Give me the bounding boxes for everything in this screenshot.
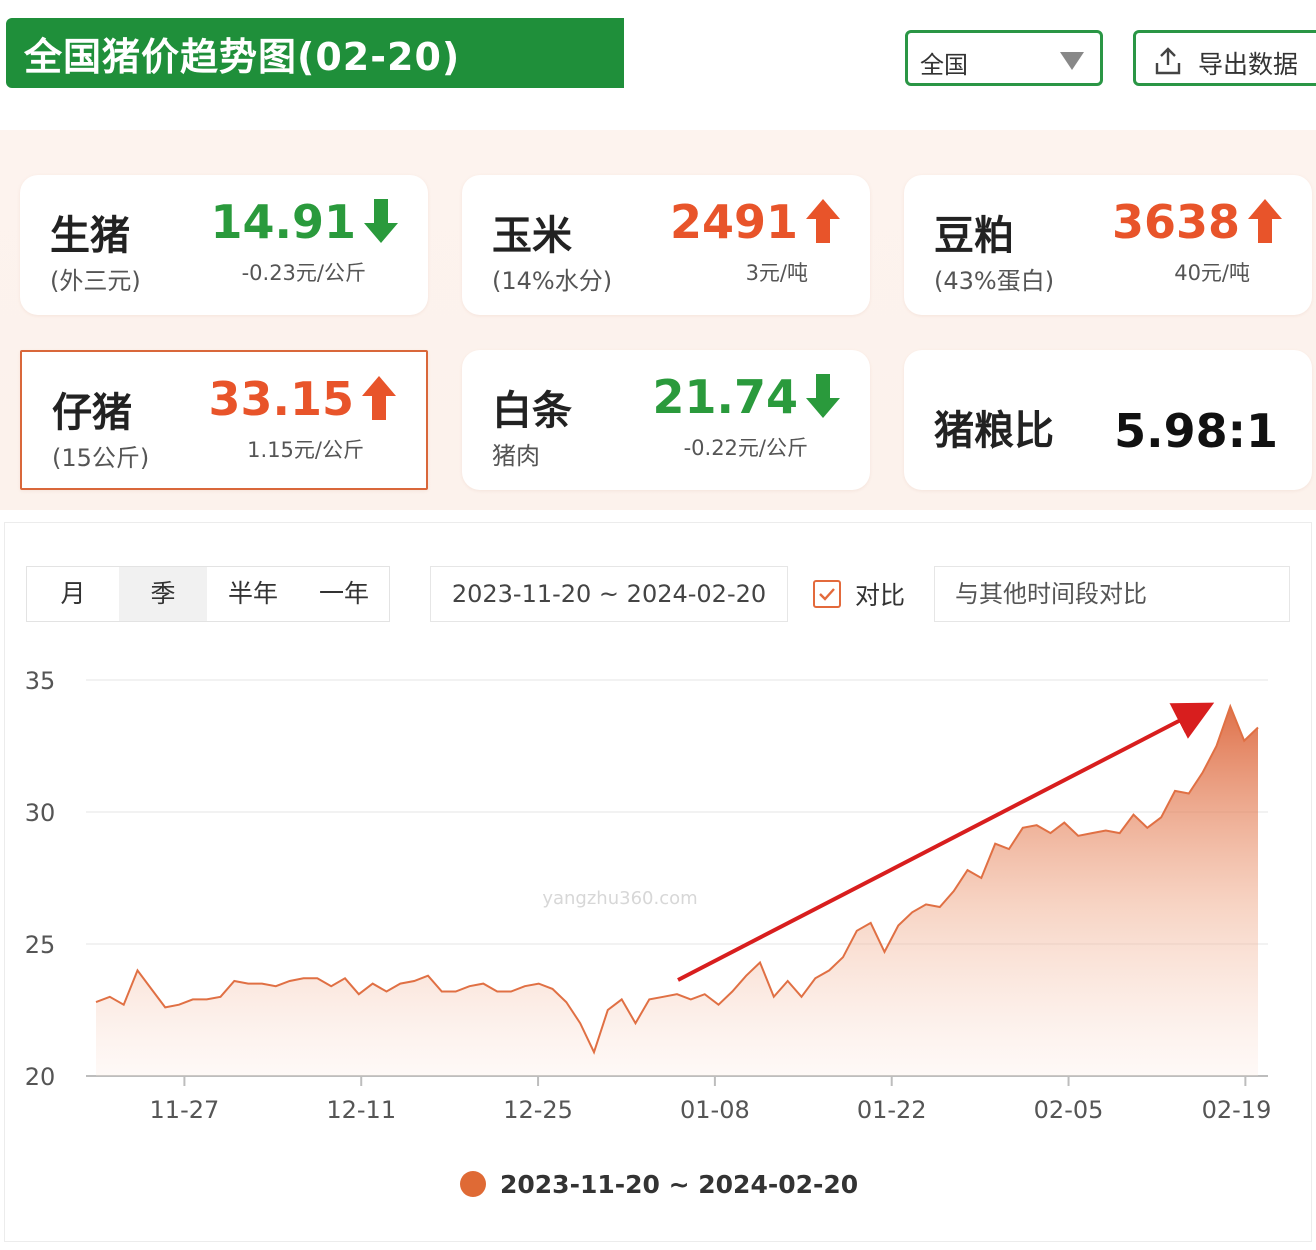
card-value: 2491 [669, 195, 798, 249]
card-change: 40元/吨 [1174, 261, 1250, 285]
x-tick-label: 01-08 [680, 1096, 750, 1124]
export-data-label: 导出数据 [1198, 50, 1299, 79]
card-name: 白条 [492, 388, 572, 434]
card-name: 生猪 [50, 213, 130, 259]
compare-label: 对比 [855, 581, 906, 610]
page-title: 全国猪价趋势图(02-20) [24, 35, 461, 79]
card-value: 5.98:1 [1114, 404, 1278, 458]
card-sub: (15公斤) [52, 444, 150, 472]
title-bar: 全国猪价趋势图(02-20) [6, 18, 624, 88]
check-icon [819, 588, 835, 601]
card-sub: 猪肉 [492, 442, 540, 470]
period-year-tab[interactable]: 一年 [299, 567, 389, 621]
watermark-text: yangzhu360.com [542, 888, 697, 909]
period-half-year-tab[interactable]: 半年 [207, 567, 299, 621]
period-selector: 月 季 半年 一年 [26, 566, 390, 622]
card-sub: (43%蛋白) [934, 267, 1055, 295]
card-sub: (外三元) [50, 267, 141, 295]
chart-x-axis: 11-27 12-11 12-25 01-08 01-22 02-05 02-19 [150, 1076, 1272, 1124]
x-tick-label: 01-22 [857, 1096, 927, 1124]
arrow-down-icon [806, 374, 840, 418]
card-piglet[interactable]: 仔猪 (15公斤) 33.15 1.15元/公斤 [20, 350, 428, 490]
card-change: 3元/吨 [745, 261, 808, 285]
date-range-picker[interactable]: 2023-11-20 ~ 2024-02-20 [430, 566, 788, 622]
card-name: 仔猪 [52, 390, 132, 436]
card-soymeal[interactable]: 豆粕 (43%蛋白) 3638 40元/吨 [904, 175, 1312, 315]
card-corn[interactable]: 玉米 (14%水分) 2491 3元/吨 [462, 175, 870, 315]
chart-y-axis: 20 25 30 35 [25, 667, 56, 1091]
compare-period-input[interactable]: 与其他时间段对比 [934, 566, 1290, 622]
card-value: 33.15 [208, 372, 354, 426]
card-name: 猪粮比 [934, 408, 1054, 454]
region-select[interactable]: 全国 [905, 30, 1103, 86]
price-trend-chart: ●●●●yangzhu360.com 11-27 12-11 12-25 01-08 0… [25, 667, 1272, 1124]
compare-checkbox[interactable] [813, 580, 841, 608]
card-change: 1.15元/公斤 [247, 438, 364, 462]
card-live-hog[interactable]: 生猪 (外三元) 14.91 -0.23元/公斤 [20, 175, 428, 315]
x-tick-label: 11-27 [150, 1096, 220, 1124]
card-value: 21.74 [652, 370, 798, 424]
x-tick-label: 12-25 [503, 1096, 573, 1124]
arrow-up-icon [806, 199, 840, 243]
card-sub: (14%水分) [492, 267, 613, 295]
legend-marker [460, 1171, 486, 1197]
arrow-up-icon [1248, 199, 1282, 243]
y-tick-label: 35 [25, 667, 56, 695]
card-change: -0.23元/公斤 [241, 261, 366, 285]
y-tick-label: 30 [25, 799, 56, 827]
card-name: 豆粕 [934, 213, 1014, 259]
period-quarter-tab[interactable]: 季 [119, 567, 207, 621]
export-data-button[interactable]: 导出数据 [1133, 30, 1316, 86]
watermark: ●●●●yangzhu360.com [542, 888, 697, 909]
x-tick-label: 12-11 [326, 1096, 396, 1124]
period-month-tab[interactable]: 月 [27, 567, 119, 621]
card-hog-grain-ratio[interactable]: 猪粮比 5.98:1 [904, 350, 1312, 490]
y-tick-label: 25 [25, 931, 56, 959]
card-change: -0.22元/公斤 [683, 436, 808, 460]
card-carcass[interactable]: 白条 猪肉 21.74 -0.22元/公斤 [462, 350, 870, 490]
legend-label: 2023-11-20 ~ 2024-02-20 [500, 1169, 859, 1199]
arrow-down-icon [364, 199, 398, 243]
region-select-value: 全国 [920, 51, 968, 79]
chart-legend[interactable]: 2023-11-20 ~ 2024-02-20 [460, 1168, 858, 1200]
card-value: 3638 [1111, 195, 1240, 249]
upload-icon [1155, 47, 1181, 75]
y-tick-label: 20 [25, 1063, 56, 1091]
x-tick-label: 02-19 [1202, 1096, 1272, 1124]
dropdown-arrow-icon [1060, 52, 1084, 70]
card-value: 14.91 [210, 195, 356, 249]
arrow-up-icon [362, 376, 396, 420]
x-tick-label: 02-05 [1034, 1096, 1104, 1124]
card-name: 玉米 [492, 213, 572, 259]
